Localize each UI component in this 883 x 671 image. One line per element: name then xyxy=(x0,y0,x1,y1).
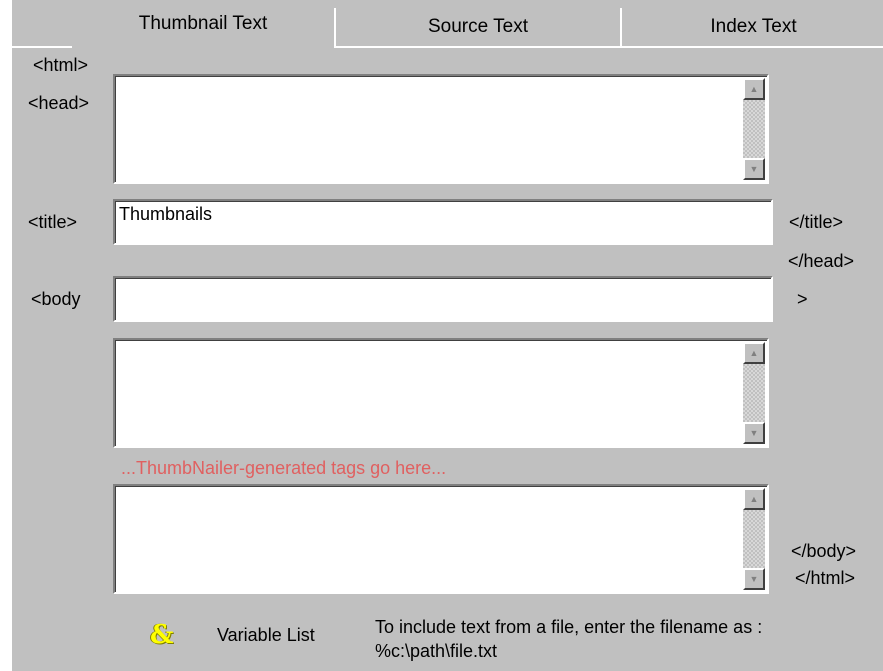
include-file-note: To include text from a file, enter the f… xyxy=(375,615,762,663)
html-close-label: </html> xyxy=(795,568,856,588)
include-file-note-line1: To include text from a file, enter the f… xyxy=(375,617,763,637)
scroll-down-arrow-icon[interactable]: ▼ xyxy=(743,422,765,444)
head-textarea[interactable]: ▲ ▼ xyxy=(113,74,769,184)
tab-strip: Thumbnail Text Source Text Index Text xyxy=(10,0,883,48)
head-close-label: </head> xyxy=(788,251,855,271)
include-file-note-line2: %c:\path\file.txt xyxy=(375,641,498,661)
tab-label: Source Text xyxy=(428,16,528,37)
body-attributes-input[interactable] xyxy=(113,276,773,322)
body-bottom-scrollbar[interactable]: ▲ ▼ xyxy=(743,488,765,590)
scroll-down-arrow-icon[interactable]: ▼ xyxy=(743,158,765,180)
body-bottom-textarea[interactable]: ▲ ▼ xyxy=(113,484,769,594)
head-open-label: <head> xyxy=(28,93,90,113)
body-top-textarea[interactable]: ▲ ▼ xyxy=(113,338,769,448)
tab-baseline xyxy=(10,46,72,48)
title-open-label: <title> xyxy=(28,212,78,232)
tab-label: Index Text xyxy=(710,16,797,37)
body-top-scrollbar[interactable]: ▲ ▼ xyxy=(743,342,765,444)
scroll-down-arrow-icon[interactable]: ▼ xyxy=(743,568,765,590)
tab-index-text[interactable]: Index Text xyxy=(620,8,883,46)
tab-thumbnail-text[interactable]: Thumbnail Text xyxy=(72,2,334,46)
tab-source-text[interactable]: Source Text xyxy=(334,8,622,46)
html-open-label: <html> xyxy=(33,55,89,75)
tab-label: Thumbnail Text xyxy=(138,13,268,34)
scroll-up-arrow-icon[interactable]: ▲ xyxy=(743,78,765,100)
scroll-up-arrow-icon[interactable]: ▲ xyxy=(743,342,765,364)
body-close-label: </body> xyxy=(791,541,857,561)
head-scrollbar[interactable]: ▲ ▼ xyxy=(743,78,765,180)
title-close-label: </title> xyxy=(789,212,844,232)
title-input[interactable]: Thumbnails xyxy=(113,199,773,245)
ampersand-icon[interactable]: & xyxy=(150,620,173,650)
tab-baseline xyxy=(334,46,883,48)
body-gt-label: > xyxy=(797,289,808,309)
scroll-up-arrow-icon[interactable]: ▲ xyxy=(743,488,765,510)
title-input-value: Thumbnails xyxy=(119,204,213,224)
variable-list-button[interactable]: Variable List xyxy=(217,625,315,646)
generated-tags-hint: ...ThumbNailer-generated tags go here... xyxy=(121,458,447,478)
body-open-label: <body xyxy=(31,289,81,309)
